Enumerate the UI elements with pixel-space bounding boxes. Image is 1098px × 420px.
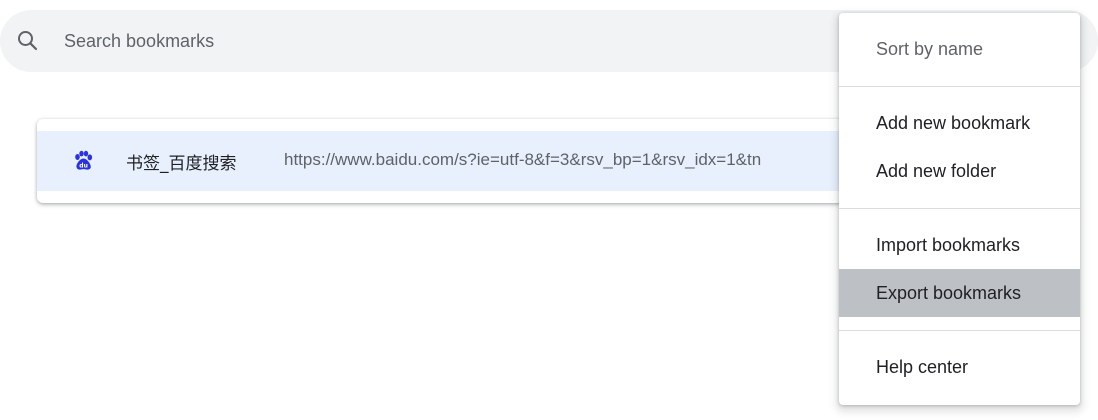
menu-item-import-bookmarks[interactable]: Import bookmarks bbox=[839, 221, 1080, 269]
organize-menu: Sort by name Add new bookmark Add new fo… bbox=[839, 13, 1080, 405]
bookmark-list: du 书签_百度搜索 https://www.baidu.com/s?ie=ut… bbox=[37, 119, 897, 203]
bookmark-title: 书签_百度搜索 bbox=[126, 154, 237, 174]
menu-divider bbox=[839, 330, 1080, 331]
menu-item-sort-by-name[interactable]: Sort by name bbox=[839, 25, 1080, 73]
menu-item-export-bookmarks[interactable]: Export bookmarks bbox=[839, 269, 1080, 317]
menu-item-add-new-bookmark[interactable]: Add new bookmark bbox=[839, 99, 1080, 147]
menu-item-help-center[interactable]: Help center bbox=[839, 343, 1080, 391]
baidu-paw-icon: du bbox=[71, 149, 95, 173]
menu-divider bbox=[839, 86, 1080, 87]
bookmark-row[interactable]: du 书签_百度搜索 https://www.baidu.com/s?ie=ut… bbox=[37, 131, 897, 191]
bookmark-url: https://www.baidu.com/s?ie=utf-8&f=3&rsv… bbox=[284, 150, 762, 169]
svg-text:du: du bbox=[79, 163, 88, 170]
search-icon bbox=[15, 28, 41, 54]
menu-divider bbox=[839, 208, 1080, 209]
search-input[interactable] bbox=[64, 26, 764, 56]
menu-item-add-new-folder[interactable]: Add new folder bbox=[839, 147, 1080, 195]
